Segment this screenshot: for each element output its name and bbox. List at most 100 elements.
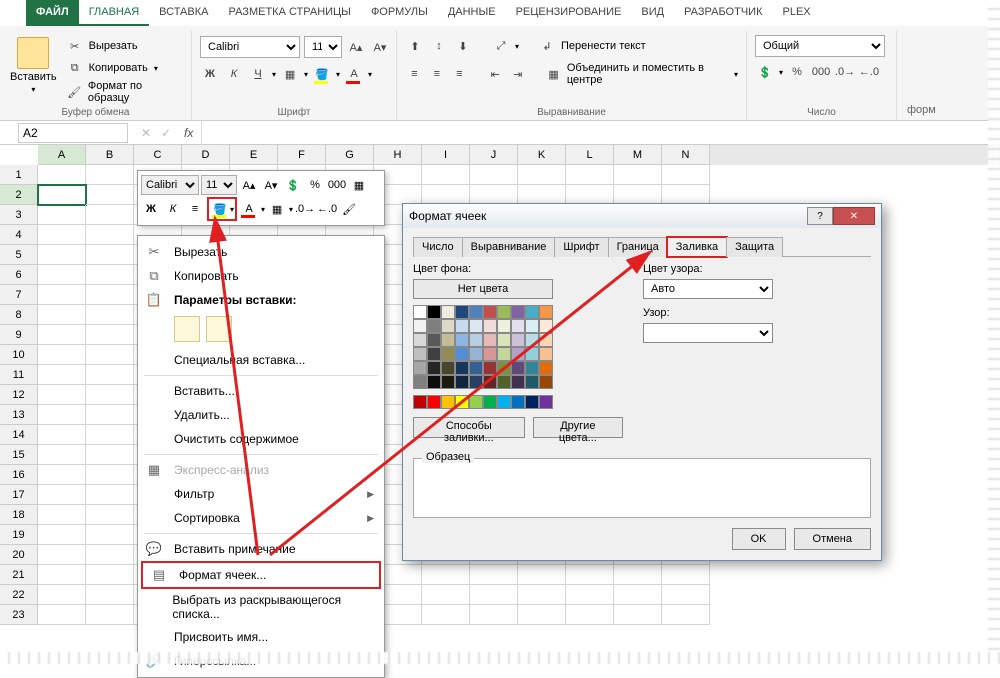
cell[interactable] <box>470 165 518 185</box>
color-swatch[interactable] <box>483 305 497 319</box>
cell[interactable] <box>38 425 86 445</box>
more-colors-button[interactable]: Другие цвета... <box>533 417 623 438</box>
align-right-icon[interactable]: ≡ <box>450 64 469 84</box>
cell[interactable] <box>38 565 86 585</box>
color-swatch[interactable] <box>413 333 427 347</box>
cell[interactable] <box>38 205 86 225</box>
color-swatch[interactable] <box>441 375 455 389</box>
color-swatch[interactable] <box>483 333 497 347</box>
cell[interactable] <box>38 185 86 205</box>
border-button[interactable]: ▦ <box>280 64 300 84</box>
color-swatch[interactable] <box>483 319 497 333</box>
cell[interactable] <box>422 565 470 585</box>
row-header-2[interactable]: 2 <box>0 185 38 205</box>
align-left-icon[interactable]: ≡ <box>405 64 424 84</box>
row-header-6[interactable]: 6 <box>0 265 38 285</box>
ctx-clear[interactable]: Очистить содержимое <box>138 427 384 451</box>
cell[interactable] <box>614 605 662 625</box>
mini-percent-icon[interactable]: % <box>305 175 325 195</box>
number-format-select[interactable]: Общий <box>755 35 885 57</box>
col-header-G[interactable]: G <box>326 145 374 165</box>
color-swatch[interactable] <box>483 347 497 361</box>
cell[interactable] <box>86 345 134 365</box>
paste-default-icon[interactable] <box>174 316 200 342</box>
color-swatch[interactable] <box>469 395 483 409</box>
color-swatch[interactable] <box>441 333 455 347</box>
cell[interactable] <box>38 505 86 525</box>
color-swatch[interactable] <box>511 347 525 361</box>
col-header-J[interactable]: J <box>470 145 518 165</box>
color-swatch[interactable] <box>455 347 469 361</box>
ctx-delete[interactable]: Удалить... <box>138 403 384 427</box>
cell[interactable] <box>470 605 518 625</box>
cell[interactable] <box>662 185 710 205</box>
cell[interactable] <box>86 385 134 405</box>
col-header-A[interactable]: A <box>38 145 86 165</box>
cell[interactable] <box>86 185 134 205</box>
mini-increase-decimal-icon[interactable]: .0→ <box>295 199 315 219</box>
mini-bold-button[interactable]: Ж <box>141 199 161 219</box>
row-header-5[interactable]: 5 <box>0 245 38 265</box>
color-swatch[interactable] <box>497 305 511 319</box>
color-swatch[interactable] <box>427 347 441 361</box>
no-color-button[interactable]: Нет цвета <box>413 279 553 299</box>
align-middle-icon[interactable]: ↕ <box>429 36 449 56</box>
dlg-tab-alignment[interactable]: Выравнивание <box>462 237 556 257</box>
decrease-decimal-icon[interactable]: ←.0 <box>859 62 879 82</box>
color-swatch[interactable] <box>469 319 483 333</box>
cell[interactable] <box>86 585 134 605</box>
cell[interactable] <box>38 605 86 625</box>
tab-data[interactable]: ДАННЫЕ <box>438 0 506 26</box>
tab-insert[interactable]: ВСТАВКА <box>149 0 218 26</box>
color-swatch[interactable] <box>413 305 427 319</box>
cell[interactable] <box>86 525 134 545</box>
currency-icon[interactable]: 💲 <box>755 62 775 82</box>
cell[interactable] <box>38 365 86 385</box>
mini-increase-font-icon[interactable]: A▴ <box>239 175 259 195</box>
cell[interactable] <box>422 185 470 205</box>
cell[interactable] <box>86 425 134 445</box>
format-painter-button[interactable]: 🖌Формат по образцу <box>65 79 183 105</box>
cell[interactable] <box>86 545 134 565</box>
cell[interactable] <box>38 165 86 185</box>
fx-icon[interactable]: fx <box>176 126 201 140</box>
dlg-tab-border[interactable]: Граница <box>608 237 668 257</box>
cell[interactable] <box>662 585 710 605</box>
color-swatch[interactable] <box>455 375 469 389</box>
ctx-quick-analysis[interactable]: ▦Экспресс-анализ <box>138 458 384 482</box>
mini-decrease-font-icon[interactable]: A▾ <box>261 175 281 195</box>
ctx-paste-special[interactable]: Специальная вставка... <box>138 348 384 372</box>
cell[interactable] <box>38 285 86 305</box>
ctx-cut[interactable]: ✂Вырезать <box>138 240 384 264</box>
color-swatch[interactable] <box>497 319 511 333</box>
color-swatch[interactable] <box>483 375 497 389</box>
row-header-17[interactable]: 17 <box>0 485 38 505</box>
row-header-18[interactable]: 18 <box>0 505 38 525</box>
color-swatch[interactable] <box>511 361 525 375</box>
tab-formulas[interactable]: ФОРМУЛЫ <box>361 0 438 26</box>
tab-view[interactable]: ВИД <box>631 0 674 26</box>
orientation-icon[interactable]: ⤢ <box>491 36 511 56</box>
cell[interactable] <box>86 225 134 245</box>
tab-home[interactable]: ГЛАВНАЯ <box>79 0 149 26</box>
color-swatch[interactable] <box>441 361 455 375</box>
color-swatch[interactable] <box>469 333 483 347</box>
color-swatch[interactable] <box>497 361 511 375</box>
col-header-E[interactable]: E <box>230 145 278 165</box>
row-header-20[interactable]: 20 <box>0 545 38 565</box>
cell[interactable] <box>662 565 710 585</box>
cell[interactable] <box>38 345 86 365</box>
color-swatch[interactable] <box>511 333 525 347</box>
color-swatch[interactable] <box>511 319 525 333</box>
increase-indent-icon[interactable]: ⇥ <box>508 64 527 84</box>
color-swatch[interactable] <box>539 361 553 375</box>
color-swatch[interactable] <box>539 319 553 333</box>
cell[interactable] <box>38 325 86 345</box>
align-center-icon[interactable]: ≡ <box>428 64 447 84</box>
row-header-8[interactable]: 8 <box>0 305 38 325</box>
ctx-insert-comment[interactable]: 💬Вставить примечание <box>138 537 384 561</box>
cell[interactable] <box>86 265 134 285</box>
cell[interactable] <box>86 365 134 385</box>
cell[interactable] <box>518 165 566 185</box>
color-swatch[interactable] <box>413 395 427 409</box>
